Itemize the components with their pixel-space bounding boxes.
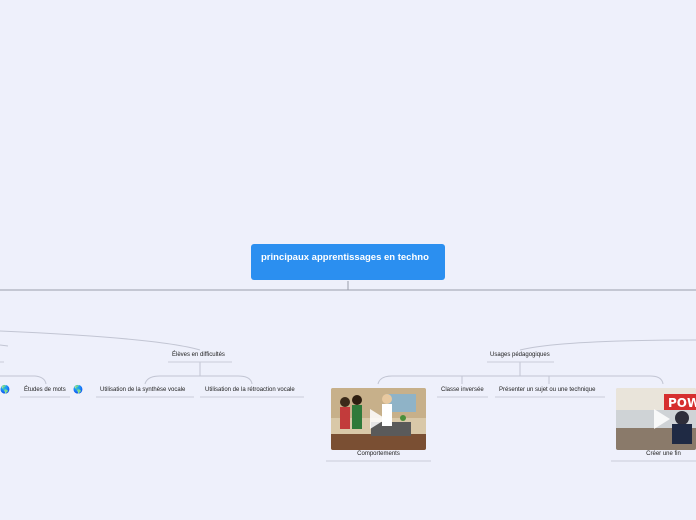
topic-etudes-de-mots[interactable]: Études de mots <box>24 387 66 393</box>
video-thumbnail-comportements[interactable] <box>331 388 426 450</box>
caption-label: Créer une fin <box>646 451 681 457</box>
video-caption-creer-une-fin: Créer une fin <box>616 451 696 457</box>
topic-label: Présenter un sujet ou une technique <box>499 387 596 393</box>
globe-icon[interactable]: 🌎 <box>0 386 10 394</box>
topic-label: Classe inversée <box>441 387 484 393</box>
topic-label: Utilisation de la rétroaction vocale <box>205 387 295 393</box>
topic-label: Utilisation de la synthèse vocale <box>100 387 186 393</box>
topic-label: Études de mots <box>24 387 66 393</box>
topic-retroaction-vocale[interactable]: Utilisation de la rétroaction vocale <box>205 387 295 393</box>
branch-label: Élèves en difficultés <box>172 352 225 358</box>
play-icon[interactable] <box>654 409 670 429</box>
branch-label: Usages pédagogiques <box>490 352 550 358</box>
caption-label: Comportements <box>357 451 400 457</box>
topic-synthese-vocale[interactable]: Utilisation de la synthèse vocale <box>100 387 185 393</box>
mind-map-canvas[interactable]: principaux apprentissages en techno Élèv… <box>0 0 696 520</box>
topic-classe-inversee[interactable]: Classe inversée <box>441 387 484 393</box>
pow-graphic: POW <box>668 396 696 410</box>
video-caption-comportements: Comportements <box>331 451 426 457</box>
video-thumbnail-creer-une-fin[interactable]: POW <box>616 388 696 450</box>
topic-presenter-sujet[interactable]: Présenter un sujet ou une technique <box>499 387 595 393</box>
central-topic-label: principaux apprentissages en techno <box>261 252 429 263</box>
branch-eleves-en-difficultes[interactable]: Élèves en difficultés <box>172 352 225 358</box>
play-icon[interactable] <box>370 409 386 429</box>
branch-usages-pedagogiques[interactable]: Usages pédagogiques <box>490 352 550 358</box>
central-topic[interactable]: principaux apprentissages en techno <box>251 244 445 280</box>
globe-icon[interactable]: 🌎 <box>73 386 83 394</box>
